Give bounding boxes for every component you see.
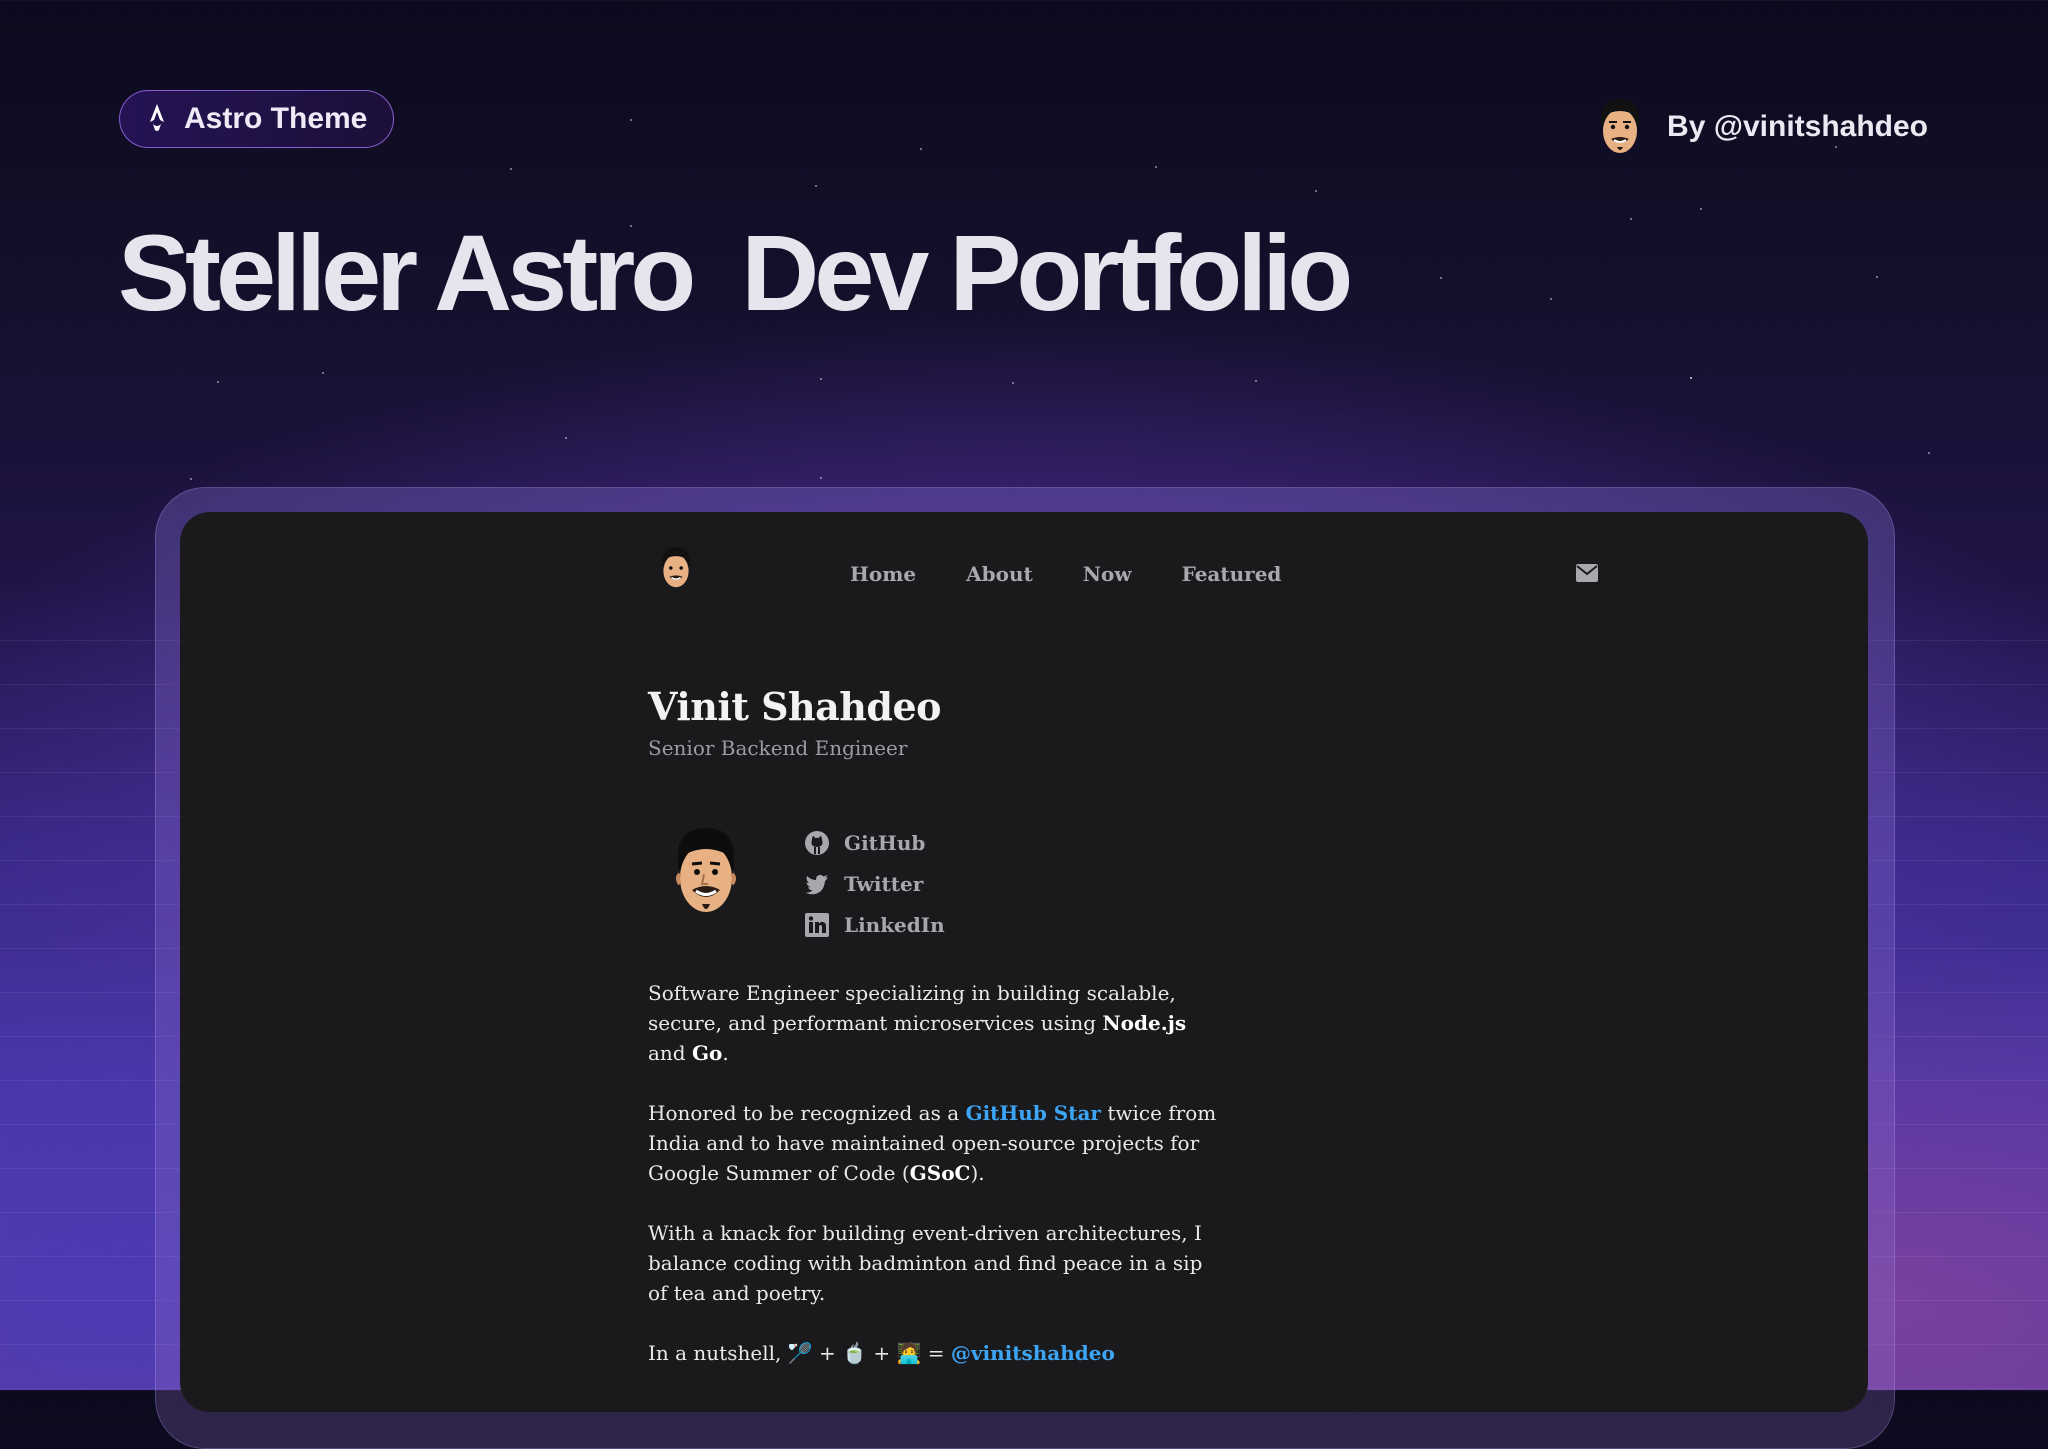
profile-role: Senior Backend Engineer bbox=[648, 736, 908, 760]
mail-icon[interactable] bbox=[1576, 564, 1598, 582]
social-linkedin[interactable]: LinkedIn bbox=[804, 904, 945, 945]
bio-text: ). bbox=[970, 1161, 985, 1185]
profile-name: Vinit Shahdeo bbox=[648, 684, 942, 729]
github-star-link[interactable]: GitHub Star bbox=[965, 1101, 1100, 1125]
bio: Software Engineer specializing in buildi… bbox=[648, 978, 1218, 1398]
bio-text: In a nutshell, bbox=[648, 1341, 788, 1365]
profile-avatar-icon bbox=[670, 822, 742, 922]
bio-text: Software Engineer specializing in buildi… bbox=[648, 981, 1176, 1035]
linkedin-icon bbox=[804, 912, 830, 938]
handle-link[interactable]: @vinitshahdeo bbox=[951, 1341, 1115, 1365]
author-label: By @vinitshahdeo bbox=[1667, 110, 1928, 143]
bio-text: + bbox=[867, 1341, 897, 1365]
bio-paragraph-2: Honored to be recognized as a GitHub Sta… bbox=[648, 1098, 1218, 1188]
social-twitter[interactable]: Twitter bbox=[804, 863, 945, 904]
github-icon bbox=[804, 830, 830, 856]
social-github[interactable]: GitHub bbox=[804, 822, 945, 863]
nav-featured[interactable]: Featured bbox=[1182, 562, 1282, 586]
twitter-icon bbox=[804, 871, 830, 897]
bio-emphasis-gsoc: GSoC bbox=[909, 1161, 971, 1185]
nav-avatar-icon[interactable] bbox=[656, 544, 696, 592]
author-credit[interactable]: By @vinitshahdeo bbox=[1593, 95, 1928, 159]
nav-home[interactable]: Home bbox=[850, 562, 916, 586]
bio-text: . bbox=[722, 1041, 729, 1065]
social-linkedin-label: LinkedIn bbox=[844, 912, 945, 937]
bio-paragraph-1: Software Engineer specializing in buildi… bbox=[648, 978, 1218, 1068]
social-twitter-label: Twitter bbox=[844, 871, 924, 896]
bio-text: = bbox=[921, 1341, 951, 1365]
bio-paragraph-3: With a knack for building event-driven a… bbox=[648, 1221, 1203, 1305]
badge-label: Astro Theme bbox=[184, 102, 368, 135]
bio-paragraph-4: In a nutshell, 🏸 + 🍵 + 🧑‍💻 = @vinitshahd… bbox=[648, 1338, 1218, 1368]
hero-title: Steller Astro Dev Portfolio bbox=[118, 212, 1353, 333]
coder-icon: 🧑‍💻 bbox=[896, 1341, 922, 1365]
social-links: GitHub Twitter LinkedIn bbox=[804, 822, 945, 945]
bio-text: and bbox=[648, 1041, 692, 1065]
social-github-label: GitHub bbox=[844, 830, 926, 855]
bio-emphasis-nodejs: Node.js bbox=[1102, 1011, 1187, 1035]
portfolio-preview: Home About Now Featured Vinit Shahdeo Se… bbox=[180, 512, 1868, 1412]
bio-emphasis-go: Go bbox=[691, 1041, 723, 1065]
bio-text: Honored to be recognized as a bbox=[648, 1101, 966, 1125]
astro-theme-badge[interactable]: Astro Theme bbox=[119, 90, 395, 148]
nav-about[interactable]: About bbox=[966, 562, 1033, 586]
nav-now[interactable]: Now bbox=[1083, 562, 1132, 586]
badminton-icon: 🏸 bbox=[787, 1341, 813, 1365]
tea-icon: 🍵 bbox=[842, 1341, 868, 1365]
nav-links: Home About Now Featured bbox=[850, 562, 1281, 586]
astro-logo-icon bbox=[144, 102, 170, 137]
bio-text: + bbox=[812, 1341, 843, 1365]
avatar-icon bbox=[1593, 95, 1647, 159]
